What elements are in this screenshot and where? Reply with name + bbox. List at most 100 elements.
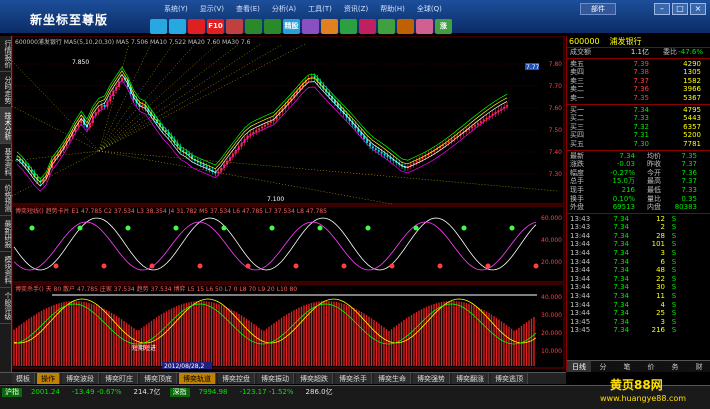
- indicator-tab-3[interactable]: 博奕盯庄: [101, 373, 138, 384]
- sz-index-label: 深指: [169, 388, 190, 397]
- quote-tab-3[interactable]: 价: [639, 361, 663, 372]
- bid-row-cell-0: 买五: [570, 139, 584, 148]
- toolbar-button-10[interactable]: [340, 19, 357, 34]
- quote-tab-0[interactable]: 日线: [567, 361, 591, 372]
- tick-price: 7.34: [613, 317, 629, 326]
- tick-row: 13:44 7.34 48 S: [567, 266, 710, 275]
- indicator-tab-0[interactable]: 模板: [12, 373, 35, 384]
- menu-item-5[interactable]: 资讯(Z): [340, 4, 372, 16]
- stat-value2: 0.35: [681, 194, 697, 203]
- indicator-tab-12[interactable]: 博奕翻涨: [452, 373, 489, 384]
- indicator-tab-10[interactable]: 博奕生命: [374, 373, 411, 384]
- gann-fan-line: [98, 43, 130, 152]
- maximize-button[interactable]: □: [672, 3, 688, 15]
- stat-label2: 最低: [647, 185, 661, 194]
- toolbar-button-11[interactable]: [359, 19, 376, 34]
- bid-row-cell-1: 7.31: [633, 131, 649, 140]
- bid-row-cell-0: 买三: [570, 122, 584, 131]
- minimize-button[interactable]: –: [654, 3, 670, 15]
- indicator-tab-5[interactable]: 博奕轨道: [179, 373, 216, 384]
- toolbar-button-5[interactable]: [245, 19, 262, 34]
- bid-row-cell-2: 5443: [683, 114, 701, 123]
- osc1-signal-dot: [245, 263, 251, 269]
- toolbar-button-2[interactable]: [188, 19, 205, 34]
- tick-side: S: [671, 300, 677, 309]
- quote-tab-5[interactable]: 财: [687, 361, 710, 372]
- toolbar: F10 精股 涨: [150, 19, 452, 34]
- toolbar-button-12[interactable]: [378, 19, 395, 34]
- toolbar-button-6[interactable]: [264, 19, 281, 34]
- left-tab-7[interactable]: 个股评级: [0, 288, 12, 324]
- indicator-tab-6[interactable]: 博奕控盘: [218, 373, 255, 384]
- menu-item-7[interactable]: 全球(Q): [413, 4, 446, 16]
- stat-value: 0.10%: [612, 194, 635, 203]
- candle-body: [205, 166, 208, 168]
- indicator-tab-8[interactable]: 博奕超跌: [296, 373, 333, 384]
- tick-row: 13:45 7.34 216 S: [567, 326, 710, 335]
- sz-index-amount: 286.0亿: [305, 388, 333, 396]
- toolbar-button-14[interactable]: [416, 19, 433, 34]
- candle-body: [380, 151, 383, 154]
- toolbar-button-1[interactable]: [169, 19, 186, 34]
- candle-body: [310, 76, 313, 78]
- left-tab-5[interactable]: 最新研报: [0, 216, 12, 252]
- indicator-tab-4[interactable]: 博奕顶底: [140, 373, 177, 384]
- price-tick-label: 7.70: [549, 83, 563, 90]
- bid-row: 买三 7.32 6357: [567, 123, 710, 132]
- tick-time: 13:44: [570, 266, 591, 275]
- stat-value2: 7.33: [681, 185, 697, 194]
- menu-bar: 系统(Y) 显示(V) 查看(E) 分析(A) 工具(T) 资讯(Z) 帮助(H) 全球(Q): [160, 4, 446, 16]
- stat-value2: 7.37: [681, 160, 697, 169]
- toolbar-button-8[interactable]: [302, 19, 319, 34]
- quote-tab-4[interactable]: 务: [663, 361, 687, 372]
- menu-item-6[interactable]: 帮助(H): [376, 4, 409, 16]
- candle-body: [479, 121, 482, 123]
- left-tab-3[interactable]: 基本资料: [0, 144, 12, 180]
- left-tab-6[interactable]: 模块资料: [0, 252, 12, 288]
- indicator-tab-7[interactable]: 博奕振动: [257, 373, 294, 384]
- widget-button[interactable]: 部件: [580, 3, 616, 15]
- menu-item-3[interactable]: 分析(A): [268, 4, 300, 16]
- menu-item-0[interactable]: 系统(Y): [160, 4, 192, 16]
- toolbar-button-9[interactable]: [321, 19, 338, 34]
- candle-body: [202, 164, 205, 167]
- tick-price: 7.34: [613, 266, 629, 275]
- stat-label: 涨跌: [570, 160, 584, 169]
- menu-item-1[interactable]: 显示(V): [196, 4, 228, 16]
- stat-row: 外盘 69513 内盘 80383: [567, 203, 710, 212]
- toolbar-button-13[interactable]: [397, 19, 414, 34]
- close-button[interactable]: ×: [690, 3, 706, 15]
- toolbar-button-7[interactable]: 精股: [283, 19, 300, 34]
- stat-label2: 最高: [647, 177, 661, 186]
- tick-volume: 3: [660, 317, 665, 326]
- ask-row-cell-1: 7.35: [633, 93, 649, 102]
- indicator-tab-1[interactable]: 操作: [37, 373, 60, 384]
- quote-tab-1[interactable]: 分: [591, 361, 615, 372]
- indicator-tab-13[interactable]: 博奕逃顶: [491, 373, 528, 384]
- indicator-tab-2[interactable]: 博奕波段: [62, 373, 99, 384]
- tick-volume: 30: [656, 283, 665, 292]
- candle-body: [377, 150, 380, 152]
- stat-label: 现手: [570, 185, 584, 194]
- osc1-signal-dot: [533, 263, 539, 269]
- left-tab-0[interactable]: 行情报价: [0, 36, 12, 72]
- menu-item-4[interactable]: 工具(T): [304, 4, 336, 16]
- stat-value: -0.03: [616, 160, 635, 169]
- tick-time: 13:43: [570, 223, 591, 232]
- left-tab-1[interactable]: 分时走势: [0, 72, 12, 108]
- toolbar-button-3[interactable]: F10: [207, 19, 224, 34]
- left-tab-4[interactable]: 价格预测: [0, 180, 12, 216]
- tick-side: S: [671, 240, 677, 249]
- bid-row-cell-1: 7.33: [633, 114, 649, 123]
- quote-tab-2[interactable]: 笔: [615, 361, 639, 372]
- toolbar-button-15[interactable]: 涨: [435, 19, 452, 34]
- toolbar-button-4[interactable]: [226, 19, 243, 34]
- tick-volume: 48: [656, 266, 665, 275]
- toolbar-button-0[interactable]: [150, 19, 167, 34]
- tick-price: 7.34: [613, 300, 629, 309]
- kline-chart[interactable]: 600000浦发银行 MA5(5,10,20,30) MA5 7.506 MA1…: [12, 36, 565, 371]
- indicator-tab-9[interactable]: 博奕杀手: [335, 373, 372, 384]
- indicator-tab-11[interactable]: 博奕强势: [413, 373, 450, 384]
- left-tab-2[interactable]: 技术分析: [0, 108, 12, 144]
- menu-item-2[interactable]: 查看(E): [232, 4, 264, 16]
